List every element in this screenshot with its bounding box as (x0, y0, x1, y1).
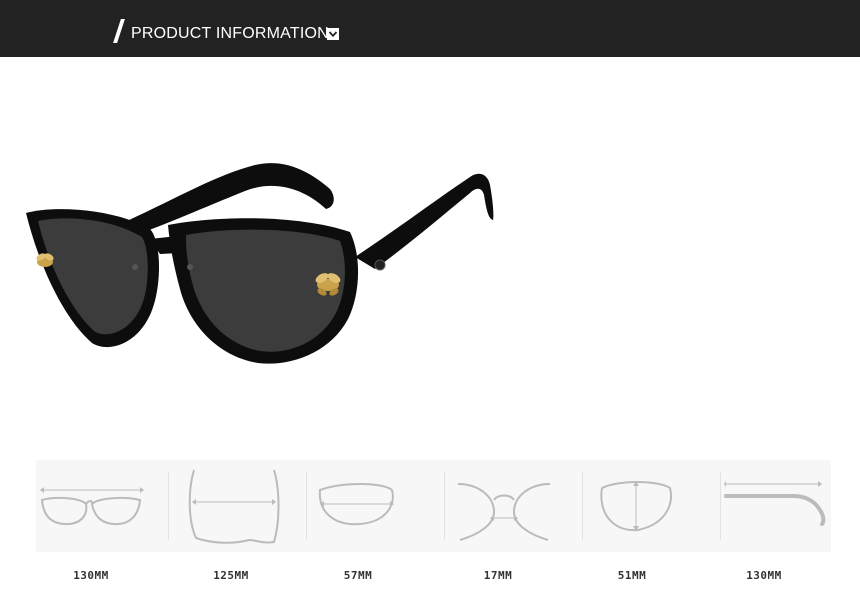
dimension-cell-lens-height (588, 460, 718, 552)
dimension-value: 57MM (343, 569, 373, 582)
divider (720, 472, 721, 540)
divider (444, 472, 445, 540)
dimension-cell-lens-horizontal (312, 460, 442, 552)
dimension-value: 130MM (73, 569, 109, 582)
lens-rivet (132, 264, 138, 270)
temple-length-diagram-icon (724, 481, 826, 526)
lens-horizontal-diagram-icon (318, 483, 394, 526)
right-temple (355, 173, 494, 269)
dimension-cell-temple-length (724, 460, 854, 552)
dimension-value: 130MM (746, 569, 782, 582)
lens-height-diagram-icon (600, 481, 672, 532)
section-title: PRODUCT INFORMATION (131, 25, 329, 42)
bridge-width-diagram-icon (457, 483, 551, 541)
divider (306, 472, 307, 540)
lens-rivet (187, 264, 193, 270)
divider (168, 472, 169, 540)
product-image (0, 57, 860, 447)
dimension-value: 51MM (617, 569, 647, 582)
dimension-value: 17MM (483, 569, 513, 582)
hinge-rivet (374, 259, 386, 271)
slash-mark (113, 19, 125, 43)
dimension-cell-total-width (36, 460, 166, 552)
dimension-cell-bridge (450, 460, 580, 552)
divider (582, 472, 583, 540)
header-bar: PRODUCT INFORMATION (0, 0, 860, 57)
chevron-down-icon[interactable] (327, 28, 339, 40)
dimension-cell-front-width (174, 460, 304, 552)
dimension-value: 125MM (213, 569, 249, 582)
front-width-diagram-icon (188, 469, 280, 544)
lens-width-diagram-icon (40, 487, 144, 526)
dimensions-panel (36, 460, 831, 552)
